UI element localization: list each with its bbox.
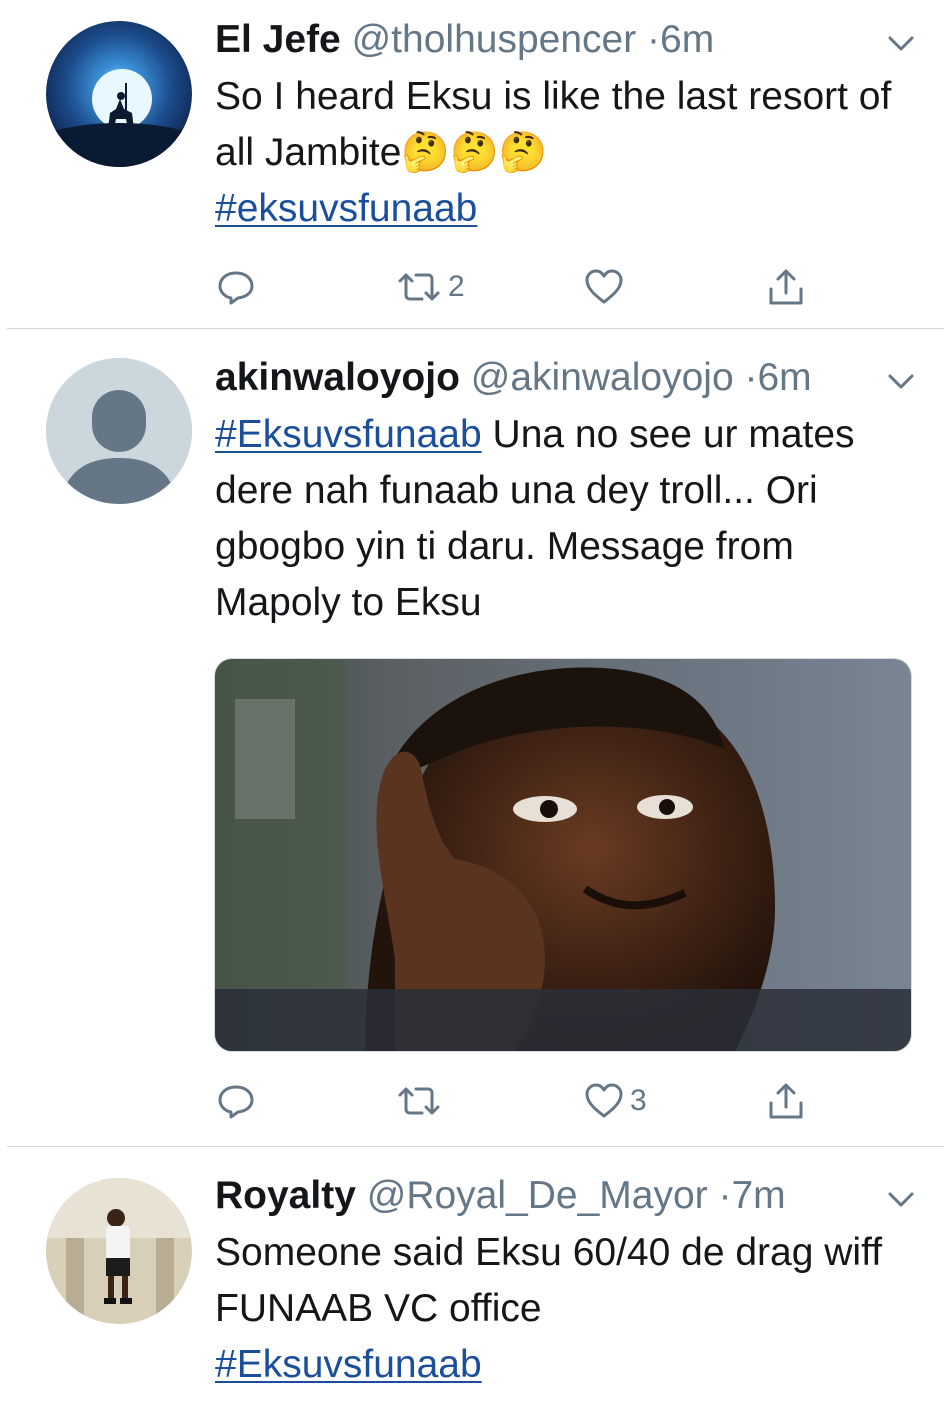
avatar[interactable] [46, 358, 192, 504]
tweet-header: akinwaloyojo @akinwaloyojo ·6m [215, 352, 812, 404]
share-icon [769, 1083, 803, 1119]
timestamp[interactable]: 7m [731, 1174, 785, 1217]
user-handle[interactable]: @Royal_De_Mayor [367, 1174, 708, 1217]
timestamp[interactable]: 6m [757, 356, 811, 399]
tweet-actions: 3 [0, 1076, 944, 1126]
user-handle[interactable]: @tholhuspencer [352, 18, 637, 61]
reply-icon [218, 271, 254, 305]
user-photo-avatar-icon [46, 1178, 192, 1324]
display-name[interactable]: akinwaloyojo [215, 356, 460, 399]
chevron-down-icon[interactable] [884, 1182, 918, 1216]
default-profile-icon [46, 358, 192, 504]
tweet-text: So I heard Eksu is like the last resort … [215, 69, 915, 237]
like-button[interactable] [584, 262, 624, 312]
tweet-text: Someone said Eksu 60/40 de drag wiff FUN… [215, 1225, 915, 1393]
tweet-1[interactable]: El Jefe @tholhuspencer ·6m So I heard Ek… [0, 14, 944, 326]
retweet-icon [398, 273, 440, 301]
chevron-down-icon[interactable] [884, 364, 918, 398]
avatar[interactable] [46, 1178, 192, 1324]
retweet-count: 2 [448, 270, 465, 303]
avatar[interactable] [46, 21, 192, 167]
display-name[interactable]: El Jefe [215, 18, 341, 61]
separator-dot: · [744, 356, 758, 399]
tweet-divider [7, 328, 944, 329]
chevron-down-icon[interactable] [884, 26, 918, 60]
separator-dot: · [718, 1174, 732, 1217]
share-button[interactable] [766, 262, 806, 312]
heart-icon [585, 269, 623, 304]
share-button[interactable] [766, 1076, 806, 1126]
separator-dot: · [647, 18, 661, 61]
reply-button[interactable] [216, 262, 256, 312]
tweet-header: El Jefe @tholhuspencer ·6m [215, 14, 714, 66]
knight-avatar-icon [46, 21, 192, 167]
hashtag-link[interactable]: #Eksuvsfunaab [215, 413, 482, 456]
thinking-face-emoji: 🤔🤔🤔 [401, 131, 548, 174]
hashtag-link[interactable]: #eksuvsfunaab [215, 187, 477, 230]
tweet-text-content: So I heard Eksu is like the last resort … [215, 75, 892, 174]
reply-icon [218, 1085, 254, 1119]
tweet-header: Royalty @Royal_De_Mayor ·7m [215, 1170, 786, 1222]
tweet-media[interactable] [214, 658, 912, 1052]
retweet-button[interactable] [396, 1076, 442, 1126]
share-icon [769, 269, 803, 305]
like-count: 3 [630, 1084, 647, 1117]
meme-photo-image [215, 659, 911, 1051]
tweet-text-content: Someone said Eksu 60/40 de drag wiff FUN… [215, 1231, 883, 1330]
retweet-button[interactable]: 2 [396, 262, 465, 312]
tweet-2[interactable]: akinwaloyojo @akinwaloyojo ·6m #Eksuvsfu… [0, 352, 944, 1142]
reply-button[interactable] [216, 1076, 256, 1126]
tweet-divider [7, 1146, 944, 1147]
tweet-actions: 2 [0, 262, 944, 312]
retweet-icon [398, 1087, 440, 1115]
tweet-text: #Eksuvsfunaab Una no see ur mates dere n… [215, 407, 915, 631]
display-name[interactable]: Royalty [215, 1174, 356, 1217]
timestamp[interactable]: 6m [660, 18, 714, 61]
like-button[interactable]: 3 [584, 1076, 647, 1126]
user-handle[interactable]: @akinwaloyojo [471, 356, 734, 399]
hashtag-link[interactable]: #Eksuvsfunaab [215, 1343, 482, 1386]
tweet-3[interactable]: Royalty @Royal_De_Mayor ·7m Someone said… [0, 1170, 944, 1412]
heart-icon [585, 1083, 623, 1118]
